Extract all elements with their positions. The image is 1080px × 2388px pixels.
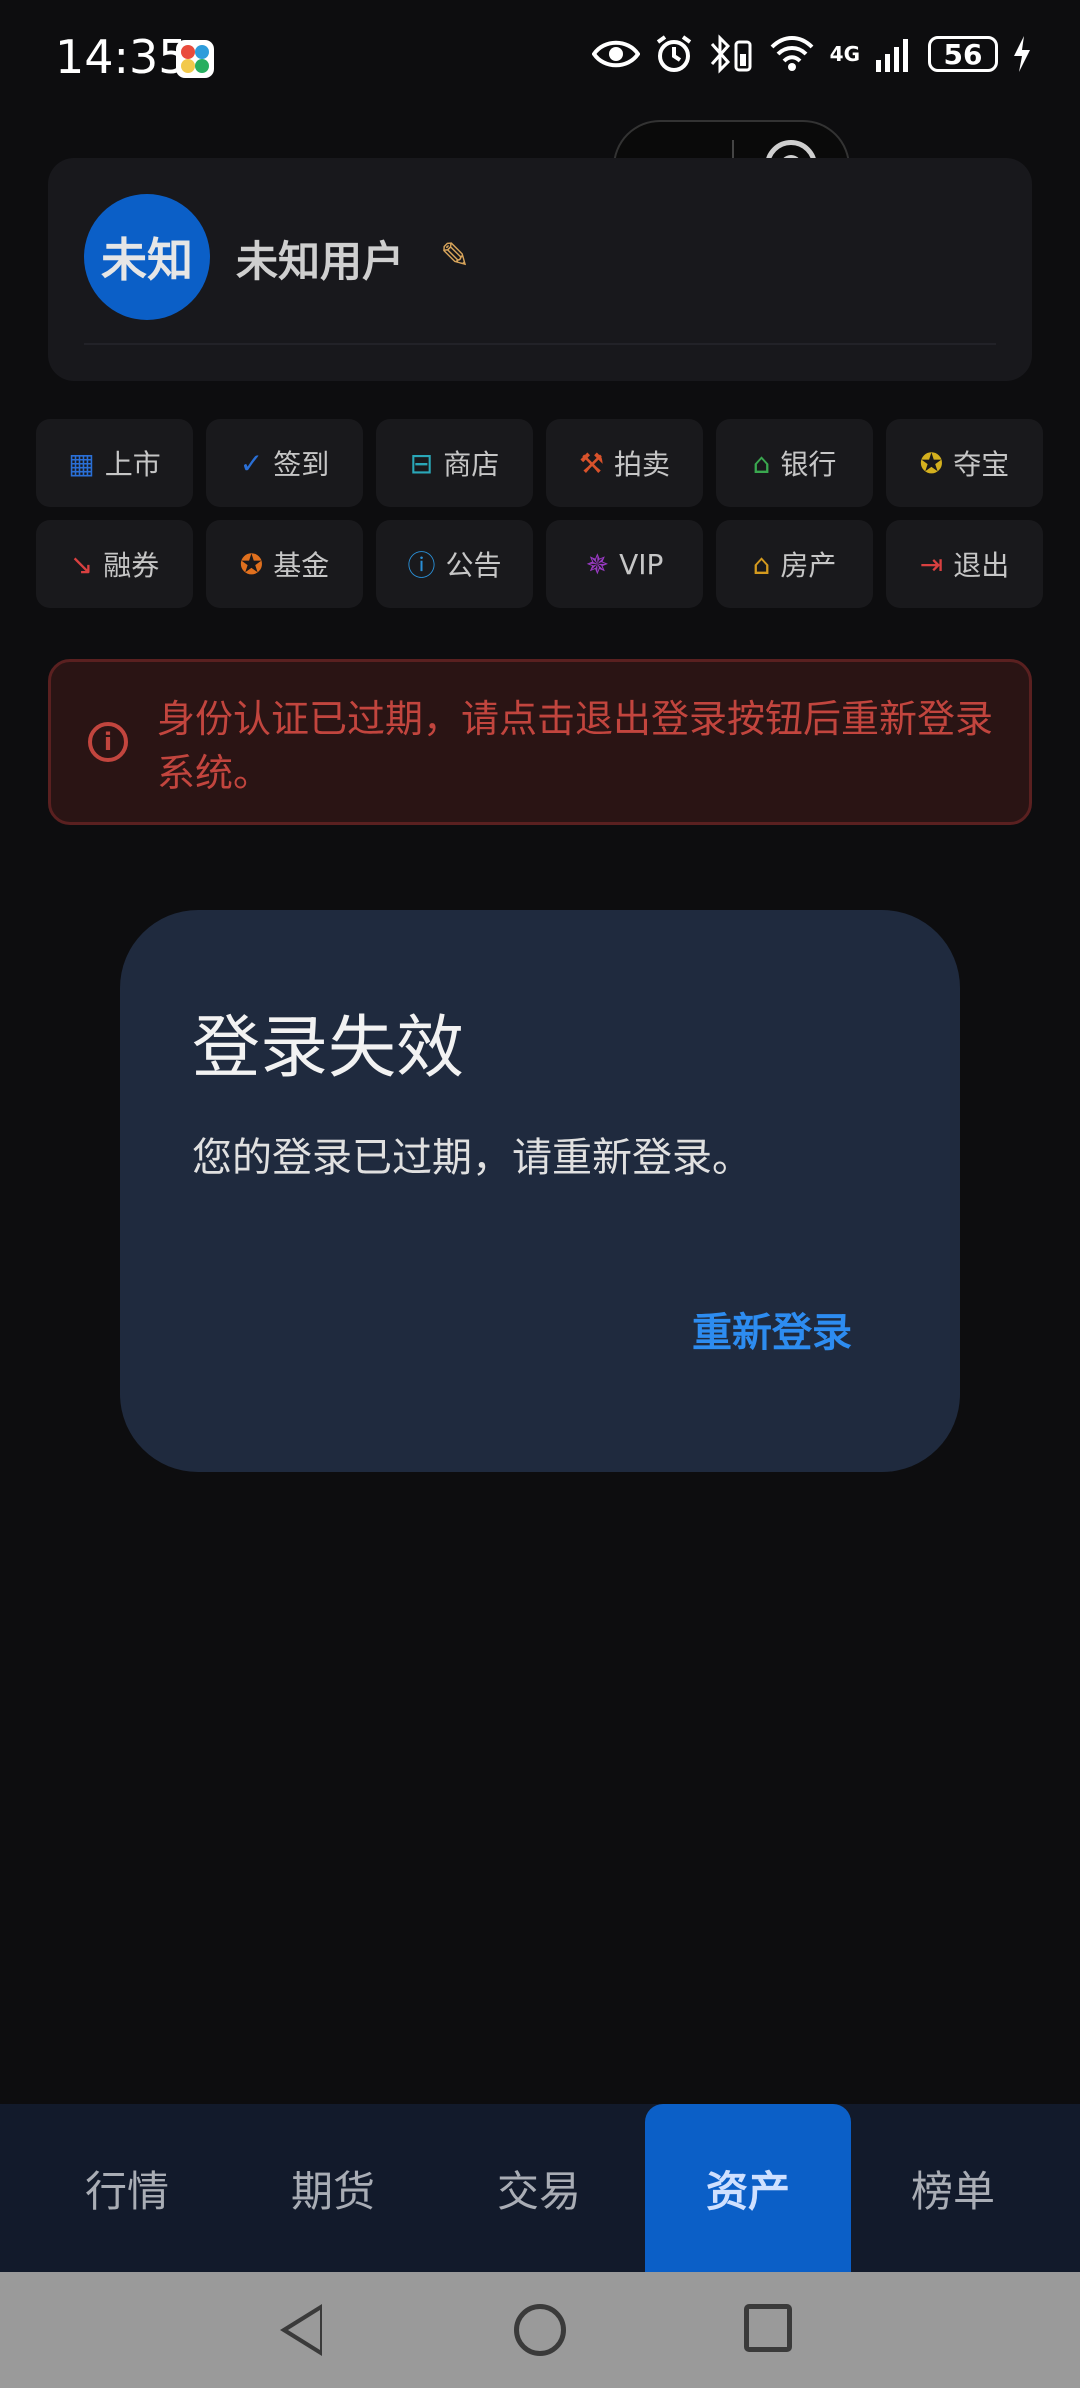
fund-star-icon: ✪ <box>239 547 264 581</box>
pencil-icon[interactable]: ✎ <box>440 236 470 277</box>
store-icon: ⊟ <box>409 446 434 480</box>
dialog-title: 登录失效 <box>192 1009 465 1088</box>
system-nav-bar <box>0 2272 1080 2388</box>
grid-button[interactable]: ⌂ 银行 <box>716 419 873 507</box>
charging-icon <box>1014 36 1030 72</box>
status-time: 14:35 <box>55 30 188 84</box>
status-icons: 4G 56 <box>591 34 1032 74</box>
relogin-button[interactable]: 重新登录 <box>692 1300 852 1358</box>
grid-button[interactable]: ⊟ 商店 <box>376 419 533 507</box>
grid-button[interactable]: ⚒ 拍卖 <box>546 419 703 507</box>
alarm-icon <box>656 35 691 72</box>
grid-button[interactable]: ✪ 夺宝 <box>886 419 1043 507</box>
trend-down-icon: ↘ <box>69 547 94 581</box>
eye-icon <box>591 40 640 68</box>
grid-button[interactable]: ⇥ 退出 <box>886 520 1043 608</box>
wifi-icon <box>770 36 814 71</box>
feature-grid: ▦ 上市 ✓ 签到 ⊟ 商店 ⚒ 拍卖 ⌂ 银行 ✪ 夺宝 ↘ 融券 ✪ 基金 ⓘ 公告 ✵ VIP ⌂ 房产 ⇥ 退出 <box>36 419 1046 608</box>
profile-card: 未知 未知用户 ✎ <box>48 158 1032 381</box>
grid-button-label: 拍卖 <box>614 448 671 481</box>
grid-button-label: 银行 <box>780 448 837 481</box>
building-icon: ▦ <box>68 446 95 480</box>
network-type: 4G <box>829 42 860 66</box>
check-circle-icon: ✓ <box>239 446 264 480</box>
status-bar: 14:35 4G 56 <box>0 0 1080 118</box>
login-expired-dialog: 登录失效 您的登录已过期，请重新登录。 重新登录 <box>120 910 960 1472</box>
grid-button[interactable]: ⌂ 房产 <box>716 520 873 608</box>
home-icon[interactable] <box>514 2304 566 2356</box>
grid-button-label: 基金 <box>273 549 330 582</box>
tab-assets[interactable]: 资产 <box>645 2104 851 2272</box>
grid-button-label: 退出 <box>953 549 1010 582</box>
grid-button[interactable]: ✵ VIP <box>546 520 703 608</box>
app-notification-icon <box>176 40 214 78</box>
tab-market[interactable]: 行情 <box>24 2104 230 2272</box>
house-icon: ⌂ <box>752 547 771 581</box>
bank-icon: ⌂ <box>752 446 771 480</box>
expired-alert-banner: i 身份认证已过期，请点击退出登录按钮后重新登录系统。 <box>48 659 1032 825</box>
grid-button-label: 商店 <box>443 448 500 481</box>
grid-button[interactable]: ▦ 上市 <box>36 419 193 507</box>
gavel-icon: ⚒ <box>578 446 605 480</box>
grid-button[interactable]: ✪ 基金 <box>206 520 363 608</box>
username: 未知用户 <box>236 237 405 286</box>
tab-futures[interactable]: 期货 <box>230 2104 436 2272</box>
grid-button-label: VIP <box>619 547 664 581</box>
grid-button[interactable]: ✓ 签到 <box>206 419 363 507</box>
alert-info-icon: i <box>88 722 128 762</box>
grid-button-label: 融券 <box>103 549 160 582</box>
grid-button[interactable]: ↘ 融券 <box>36 520 193 608</box>
star-icon: ✪ <box>919 446 944 480</box>
avatar[interactable]: 未知 <box>84 194 210 320</box>
grid-button-label: 公告 <box>445 549 502 582</box>
grid-button-label: 房产 <box>780 549 837 582</box>
grid-button[interactable]: ⓘ 公告 <box>376 520 533 608</box>
logout-icon: ⇥ <box>919 547 944 581</box>
tab-trade[interactable]: 交易 <box>436 2104 642 2272</box>
profile-divider <box>84 343 996 345</box>
bottom-nav: 行情 期货 交易 资产 榜单 <box>0 2104 1080 2272</box>
dialog-message: 您的登录已过期，请重新登录。 <box>192 1135 752 1181</box>
signal-icon <box>876 39 908 72</box>
recents-icon[interactable] <box>744 2304 792 2352</box>
back-icon[interactable] <box>280 2304 322 2356</box>
grid-button-label: 上市 <box>104 448 161 481</box>
info-icon: ⓘ <box>407 549 436 582</box>
bluetooth-icon <box>710 34 752 74</box>
grid-button-label: 签到 <box>273 448 330 481</box>
battery-icon: 56 <box>928 36 998 72</box>
grid-button-label: 夺宝 <box>953 448 1010 481</box>
tab-ranking[interactable]: 榜单 <box>850 2104 1056 2272</box>
vip-badge-icon: ✵ <box>585 547 610 581</box>
alert-text: 身份认证已过期，请点击退出登录按钮后重新登录系统。 <box>157 697 994 795</box>
